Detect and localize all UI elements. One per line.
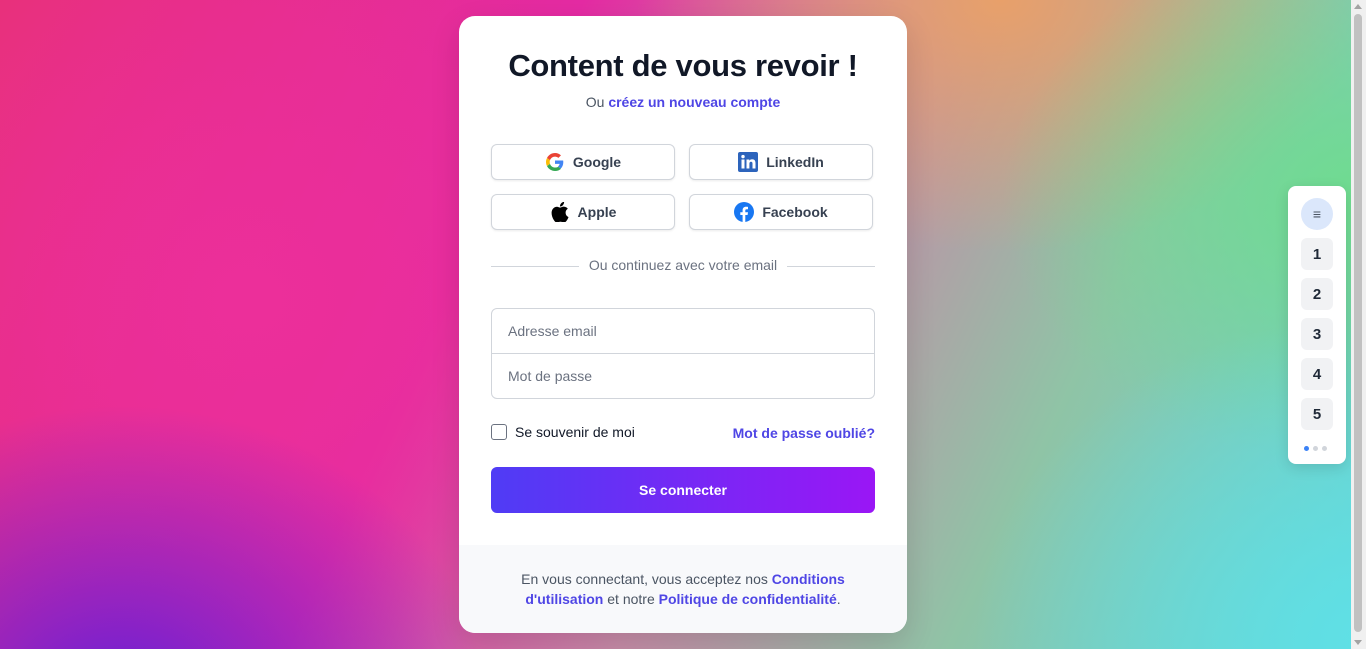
window-scrollbar[interactable] [1351,0,1366,649]
login-card: Content de vous revoir ! Ou créez un nou… [459,16,907,633]
email-divider: Ou continuez avec votre email [491,257,875,277]
scroll-down-icon[interactable] [1354,640,1362,645]
login-button[interactable]: Se connecter [491,467,875,513]
forgot-password-link[interactable]: Mot de passe oublié? [733,425,875,441]
page-button-3[interactable]: 3 [1301,318,1333,350]
page-title: Content de vous revoir ! [508,48,858,83]
remember-me[interactable]: Se souvenir de moi [491,424,635,440]
page-button-2[interactable]: 2 [1301,278,1333,310]
divider-text: Ou continuez avec votre email [578,257,788,273]
google-button[interactable]: Google [491,144,675,180]
subtitle: Ou créez un nouveau compte [459,94,907,110]
email-field[interactable] [491,308,875,354]
facebook-icon [734,202,755,222]
terms-footer: En vous connectant, vous acceptez nos Co… [459,545,907,633]
remember-label: Se souvenir de moi [515,424,635,440]
page-button-4[interactable]: 4 [1301,358,1333,390]
page-button-1[interactable]: 1 [1301,238,1333,270]
scroll-thumb[interactable] [1354,14,1362,632]
scroll-up-icon[interactable] [1354,4,1362,9]
footer-suffix: . [836,591,841,607]
pager-dots [1304,446,1327,451]
linkedin-button[interactable]: LinkedIn [689,144,873,180]
linkedin-label: LinkedIn [766,154,824,170]
menu-icon[interactable]: ≡ [1301,198,1333,230]
google-icon [545,152,565,172]
google-label: Google [572,154,622,170]
facebook-button[interactable]: Facebook [689,194,873,230]
footer-middle: et notre [607,591,655,607]
facebook-label: Facebook [762,204,828,220]
remember-checkbox[interactable] [491,424,507,440]
footer-prefix: En vous connectant, vous acceptez nos [521,571,768,587]
create-account-link[interactable]: créez un nouveau compte [608,94,780,110]
privacy-link[interactable]: Politique de confidentialité [659,591,837,607]
pager-dot[interactable] [1313,446,1318,451]
subtitle-prefix: Ou [585,94,605,110]
apple-button[interactable]: Apple [491,194,675,230]
page-navigator: ≡ 1 2 3 4 5 [1288,186,1346,464]
apple-icon [550,202,570,222]
pager-dot-active[interactable] [1304,446,1309,451]
pager-dot[interactable] [1322,446,1327,451]
linkedin-icon [738,152,759,172]
apple-label: Apple [577,204,617,220]
page-button-5[interactable]: 5 [1301,398,1333,430]
password-field[interactable] [491,353,875,399]
